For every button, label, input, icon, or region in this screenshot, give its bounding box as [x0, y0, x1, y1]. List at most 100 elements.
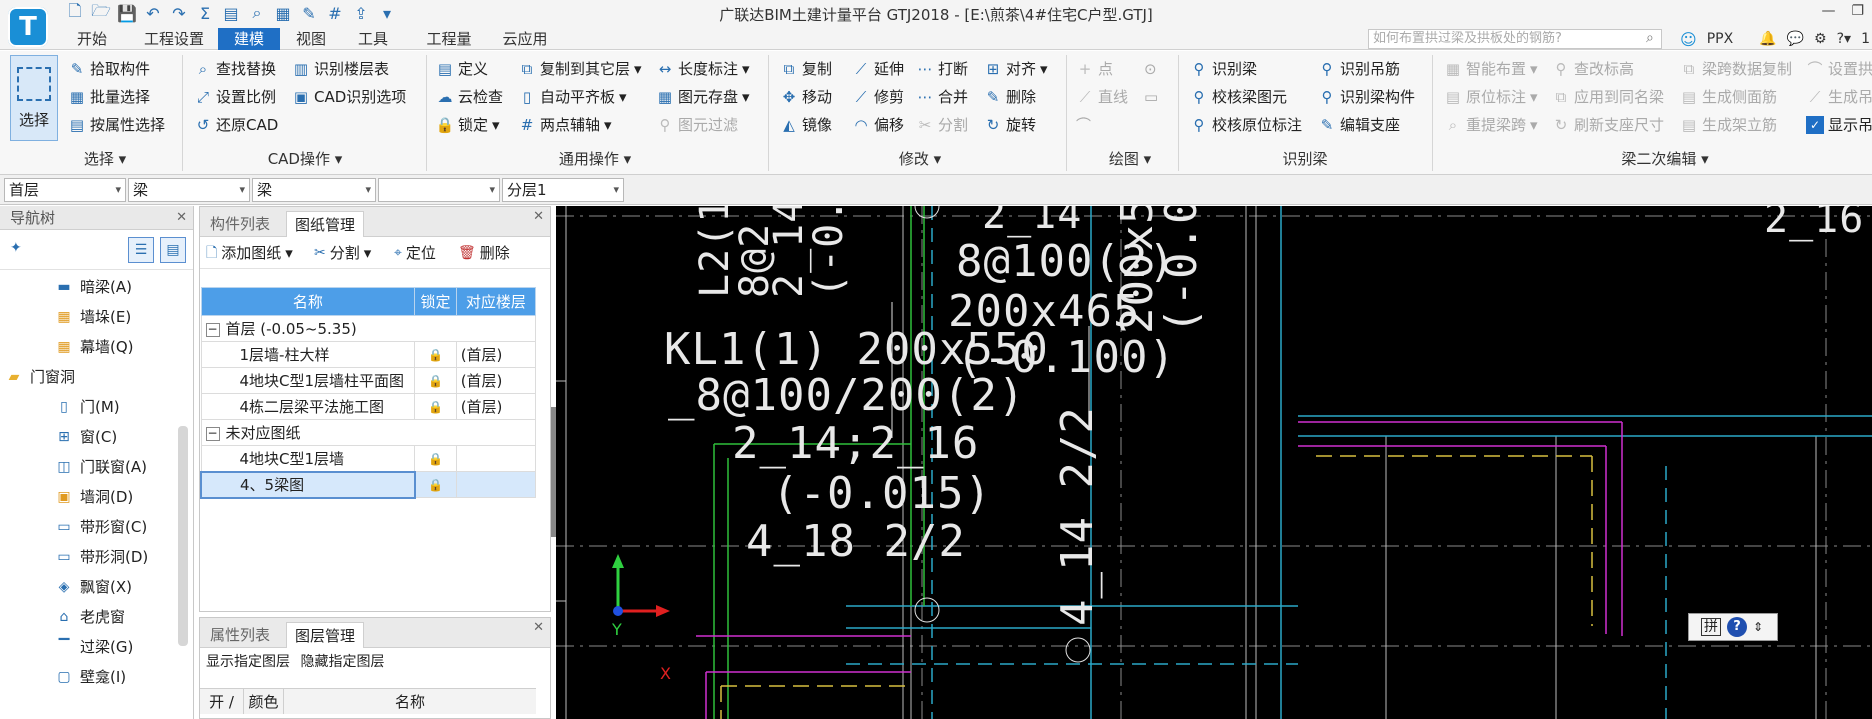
rotate-button[interactable]: ↻ 旋转 [984, 113, 1036, 137]
generate-side-rebar-button[interactable]: ▤ 生成侧面筋 [1680, 85, 1777, 109]
tab-project-settings[interactable]: 工程设置 [134, 28, 214, 50]
tree-item-lintel[interactable]: ▔ 过梁(G) [56, 634, 134, 660]
grid-icon[interactable]: # [324, 2, 346, 24]
minimize-icon[interactable]: — [1821, 3, 1835, 19]
cad-text[interactable]: 4_14 2/2 [1052, 406, 1103, 626]
sum-icon[interactable]: Σ [194, 2, 216, 24]
rectangle-icon[interactable]: ▭ [1144, 85, 1158, 109]
smart-layout-button[interactable]: ▦ 智能布置 ▾ [1444, 57, 1538, 81]
define-button[interactable]: ▤ 定义 [436, 57, 488, 81]
refresh-support-size-button[interactable]: ↻ 刷新支座尺寸 [1552, 113, 1664, 137]
tab-property-list[interactable]: 属性列表 [202, 622, 278, 648]
user-name[interactable]: PPX [1707, 31, 1733, 47]
delete-button[interactable]: ✎ 删除 [984, 85, 1036, 109]
tree-item-hidden-beam[interactable]: ▬ 暗梁(A) [56, 274, 132, 300]
ime-arrow-icon[interactable]: ⇕ [1753, 620, 1763, 634]
layer-select[interactable]: 分层1 [502, 178, 624, 202]
cad-text[interactable]: 2_14;2_16 [732, 418, 979, 469]
copy-span-data-button[interactable]: ⧉ 梁跨数据复制 [1680, 57, 1792, 81]
align-button[interactable]: ⊞ 对齐 ▾ [984, 57, 1048, 81]
copy-button[interactable]: ⧉ 复制 [780, 57, 832, 81]
find-icon[interactable]: ⌕ [246, 2, 268, 24]
close-icon[interactable]: ✕ [533, 209, 544, 224]
add-drawing-button[interactable]: 🗋 添加图纸 ▾ [206, 241, 293, 265]
identify-hanger-button[interactable]: ⚲ 识别吊筋 [1318, 57, 1401, 81]
column-lock[interactable]: 锁定 [414, 287, 457, 316]
show-layer-link[interactable]: 显示指定图层 [206, 654, 290, 670]
edit-support-button[interactable]: ✎ 编辑支座 [1318, 113, 1400, 137]
locate-button[interactable]: ⌖ 定位 [394, 241, 436, 265]
column-name[interactable]: 名称 [200, 287, 416, 316]
cad-text[interactable]: 2_14 [982, 206, 1082, 238]
offset-button[interactable]: ◠ 偏移 [852, 113, 904, 137]
tab-layer-management[interactable]: 图层管理 [286, 622, 365, 648]
table-group-row[interactable]: − 首层 (-0.05~5.35) [200, 315, 536, 342]
component-select[interactable] [378, 178, 500, 202]
group-general-label[interactable]: 通用操作 ▾ [540, 147, 650, 171]
show-hanger-checkbox[interactable]: ✓ 显示吊 [1806, 113, 1872, 137]
tree-item-strip-opening[interactable]: ▭ 带形洞(D) [56, 544, 148, 570]
save-element-button[interactable]: ▦ 图元存盘 ▾ [656, 85, 750, 109]
batch-select-button[interactable]: ▦ 批量选择 [68, 85, 150, 109]
table-row[interactable]: 4地块C型1层墙柱平面图 🔒 (首层) [200, 367, 537, 394]
length-dimension-button[interactable]: ↔ 长度标注 ▾ [656, 57, 750, 81]
set-scale-button[interactable]: ⤢ 设置比例 [194, 85, 276, 109]
re-extract-span-button[interactable]: ⌕ 重提梁跨 ▾ [1444, 113, 1538, 137]
tree-item-window[interactable]: ⊞ 窗(C) [56, 424, 117, 450]
tree-item-wall-opening[interactable]: ▣ 墙洞(D) [56, 484, 133, 510]
break-button[interactable]: ⋯ 打断 [916, 57, 969, 81]
settings-icon[interactable]: ⚙ [1814, 31, 1827, 47]
check-elevation-button[interactable]: ⚲ 查改标高 [1552, 57, 1635, 81]
cad-text[interactable]: (-0.050) [1156, 206, 1207, 334]
close-icon[interactable]: ✕ [176, 206, 187, 230]
close-icon[interactable]: ✕ [533, 620, 544, 635]
auto-align-slab-button[interactable]: ▯ 自动平齐板 ▾ [518, 85, 627, 109]
tab-cloud[interactable]: 云应用 [494, 28, 556, 50]
pin-icon[interactable]: ✦ [10, 240, 22, 256]
tree-folder-doors-windows[interactable]: ▰ 门窗洞 [6, 364, 75, 390]
cloud-check-button[interactable]: ☁ 云检查 [436, 85, 504, 109]
hide-layer-link[interactable]: 隐藏指定图层 [300, 654, 384, 670]
table-group-row[interactable]: − 未对应图纸 [200, 419, 536, 446]
help-search-input[interactable]: 如何布置拱过梁及拱板处的钢筋? [1368, 29, 1662, 49]
lock-button[interactable]: 🔒 锁定 ▾ [436, 113, 500, 137]
table-row-selected[interactable]: 4、5梁图 🔒 [200, 470, 537, 499]
generate-hanger-button[interactable]: ⟋ 生成吊 [1806, 85, 1872, 109]
select-button[interactable]: 选择 [10, 55, 58, 141]
table-row[interactable]: 1层墙-柱大样 🔒 (首层) [200, 341, 537, 368]
cad-text[interactable]: (-0.10 [806, 206, 852, 298]
table-row[interactable]: 4地块C型1层墙 🔒 [200, 445, 537, 472]
bell-icon[interactable]: 🔔 [1759, 31, 1776, 47]
group-cad-label[interactable]: CAD操作 ▾ [250, 147, 360, 171]
group-modify-label[interactable]: 修改 ▾ [880, 147, 960, 171]
tree-item-door[interactable]: ▯ 门(M) [56, 394, 120, 420]
tree-item-dormer-window[interactable]: ⌂ 老虎窗 [56, 604, 125, 630]
merge-button[interactable]: ⋯ 合并 [916, 85, 969, 109]
export-icon[interactable]: ⇪ [350, 2, 372, 24]
tree-item-door-window[interactable]: ◫ 门联窗(A) [56, 454, 147, 480]
pick-component-button[interactable]: ✎ 拾取构件 [68, 57, 150, 81]
generate-erection-rebar-button[interactable]: ▤ 生成架立筋 [1680, 113, 1777, 137]
extend-button[interactable]: ⟋ 延伸 [852, 57, 904, 81]
tree-item-niche[interactable]: ▢ 壁龛(I) [56, 664, 126, 690]
column-on-off[interactable]: 开 / 关 [200, 689, 244, 714]
help-icon[interactable]: ?▾ [1837, 31, 1851, 47]
mirror-button[interactable]: ◭ 镜像 [780, 113, 832, 137]
ime-mode[interactable]: 拼 [1701, 618, 1721, 636]
identify-beam-button[interactable]: ⚲ 识别梁 [1190, 57, 1258, 81]
lock-icon[interactable]: 🔒 [414, 445, 457, 472]
component-subtype-select[interactable]: 梁 [252, 178, 376, 202]
delete-drawing-button[interactable]: 🗑 删除 [458, 241, 510, 265]
tab-tools[interactable]: 工具 [350, 28, 396, 50]
tab-drawing-management[interactable]: 图纸管理 [286, 211, 365, 237]
column-color[interactable]: 颜色 [244, 689, 284, 714]
lock-icon[interactable]: 🔒 [414, 341, 457, 368]
element-filter-button[interactable]: ⚲ 图元过滤 [656, 113, 739, 137]
cad-text[interactable]: 4_18 2/2 [746, 516, 966, 567]
floor-select[interactable]: 首层 [4, 178, 126, 202]
user-avatar-icon[interactable]: ☺ [1680, 30, 1697, 49]
cad-text[interactable]: (-0.015) [772, 468, 992, 519]
tree-item-bay-window[interactable]: ◈ 飘窗(X) [56, 574, 132, 600]
more-icon[interactable]: 1 [1861, 31, 1870, 47]
open-file-icon[interactable]: 🗁 [90, 1, 112, 24]
